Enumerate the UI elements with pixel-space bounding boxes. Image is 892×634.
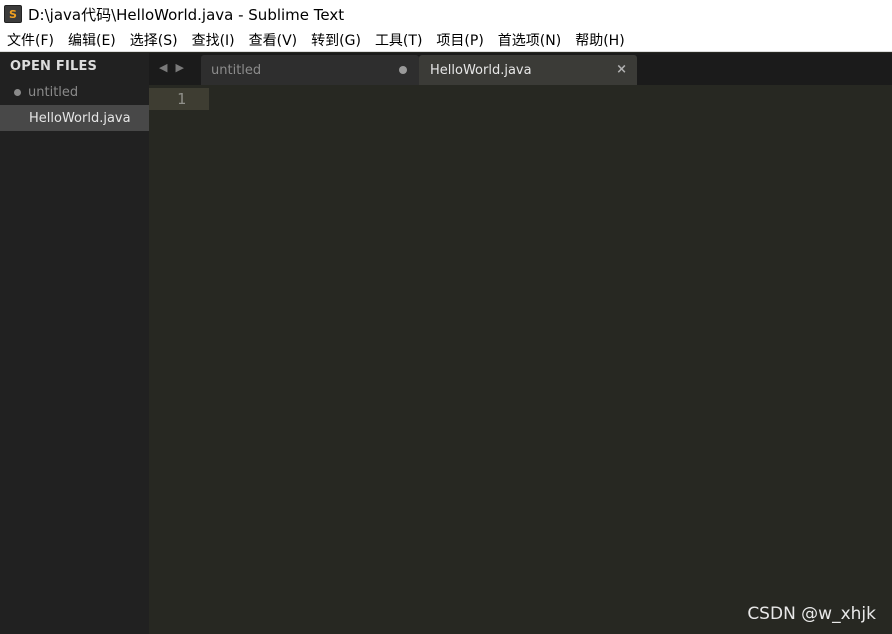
- sidebar: OPEN FILES untitled HelloWorld.java: [0, 53, 149, 634]
- line-number: 1: [177, 90, 187, 108]
- editor-area[interactable]: 1: [149, 85, 892, 634]
- menu-find[interactable]: 查找(I): [185, 30, 242, 50]
- unsaved-dot-icon[interactable]: [399, 66, 407, 74]
- menu-file[interactable]: 文件(F): [0, 30, 61, 50]
- sidebar-file-label: untitled: [28, 84, 79, 100]
- menu-selection[interactable]: 选择(S): [123, 30, 185, 50]
- open-files-heading: OPEN FILES: [10, 58, 98, 74]
- menu-preferences[interactable]: 首选项(N): [491, 30, 568, 50]
- title-bar: S D:\java代码\HelloWorld.java - Sublime Te…: [0, 0, 892, 28]
- menu-tools[interactable]: 工具(T): [368, 30, 429, 50]
- tab-next-icon[interactable]: ▶: [175, 61, 183, 74]
- tab-label: HelloWorld.java: [430, 62, 532, 78]
- sublime-text-app-icon[interactable]: S: [4, 5, 22, 23]
- tab-bar: ◀ ▶ untitled HelloWorld.java ×: [149, 53, 892, 85]
- tab-prev-icon[interactable]: ◀: [159, 61, 167, 74]
- tab-untitled[interactable]: untitled: [201, 55, 419, 85]
- app-icon-glyph: S: [9, 7, 17, 21]
- window-title: D:\java代码\HelloWorld.java - Sublime Text: [28, 5, 345, 24]
- menu-edit[interactable]: 编辑(E): [61, 30, 123, 50]
- modified-dot-icon: [14, 88, 21, 96]
- menu-goto[interactable]: 转到(G): [304, 30, 368, 50]
- tab-helloworld[interactable]: HelloWorld.java ×: [419, 55, 637, 85]
- tab-navigation: ◀ ▶: [159, 61, 184, 74]
- sidebar-file-helloworld[interactable]: HelloWorld.java: [0, 105, 149, 131]
- menu-bar: 文件(F) 编辑(E) 选择(S) 查找(I) 查看(V) 转到(G) 工具(T…: [0, 28, 892, 52]
- tab-label: untitled: [211, 62, 262, 78]
- sidebar-file-label: HelloWorld.java: [29, 110, 131, 126]
- sidebar-file-untitled[interactable]: untitled: [0, 79, 149, 105]
- menu-project[interactable]: 项目(P): [429, 30, 490, 50]
- close-tab-icon[interactable]: ×: [616, 62, 627, 77]
- watermark: CSDN @w_xhjk: [747, 604, 876, 624]
- menu-help[interactable]: 帮助(H): [568, 30, 631, 50]
- menu-view[interactable]: 查看(V): [242, 30, 305, 50]
